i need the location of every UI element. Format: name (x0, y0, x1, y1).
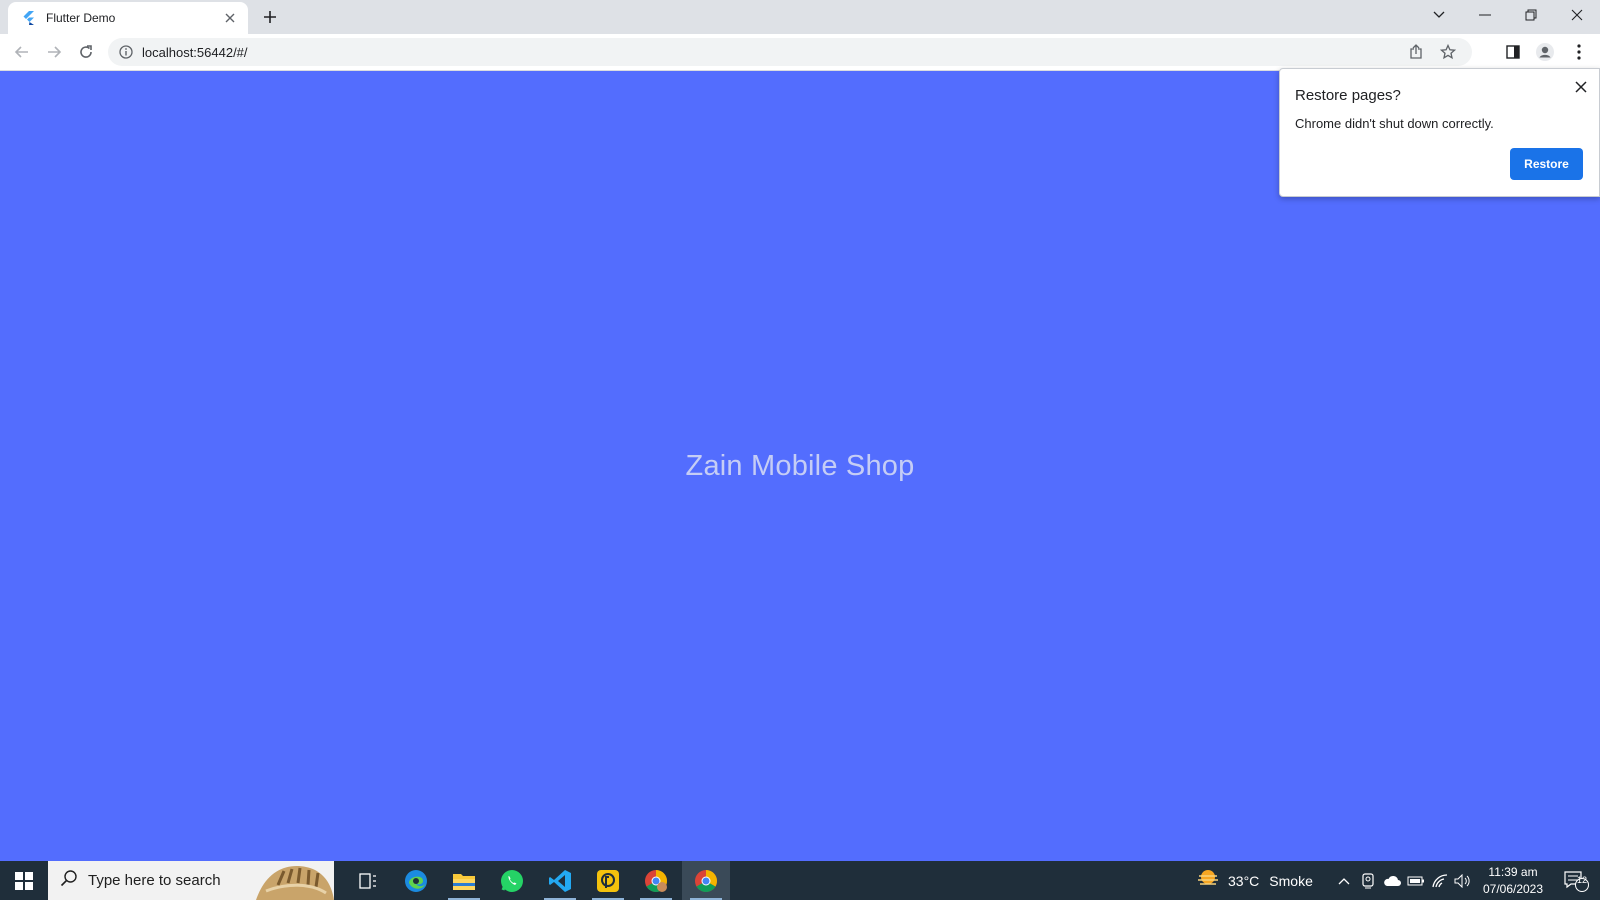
taskbar-search[interactable]: Type here to search (48, 861, 334, 900)
weather-temp: 33°C (1228, 872, 1260, 889)
search-highlight-image (256, 861, 334, 900)
tab-search-icon[interactable] (1416, 0, 1462, 30)
new-tab-icon[interactable] (260, 7, 280, 27)
meet-now-icon[interactable] (1358, 861, 1378, 900)
weather-widget[interactable]: 33°C Smoke (1196, 861, 1346, 900)
onedrive-icon[interactable] (1382, 861, 1402, 900)
site-info-icon[interactable] (118, 44, 134, 60)
volume-icon[interactable] (1453, 861, 1473, 900)
dialog-title: Restore pages? (1295, 87, 1401, 104)
flutter-icon (20, 10, 36, 26)
tab-close-icon[interactable] (222, 10, 238, 26)
search-placeholder: Type here to search (88, 872, 221, 889)
vscode-icon[interactable] (536, 861, 584, 900)
tab-title: Flutter Demo (46, 11, 116, 25)
restore-button[interactable]: Restore (1510, 148, 1583, 180)
whatsapp-icon[interactable] (488, 861, 536, 900)
browser-tab[interactable]: Flutter Demo (8, 2, 248, 34)
battery-icon[interactable] (1406, 861, 1426, 900)
tab-strip: Flutter Demo (0, 0, 1600, 34)
back-icon[interactable] (8, 38, 36, 66)
close-window-icon[interactable] (1554, 0, 1600, 30)
side-panel-icon[interactable] (1499, 38, 1527, 66)
notification-center-icon[interactable]: 12 (1556, 861, 1596, 900)
taskbar: Type here to search 33°C Smoke 11:39 am … (0, 861, 1600, 900)
search-icon (60, 869, 78, 892)
menu-dots-icon[interactable] (1565, 38, 1593, 66)
windows-start-icon[interactable] (0, 861, 48, 900)
chevron-up-icon[interactable] (1334, 861, 1354, 900)
chrome-profile-icon[interactable] (632, 861, 680, 900)
profile-avatar[interactable] (1531, 38, 1559, 66)
clock-date: 07/06/2023 (1482, 882, 1544, 896)
share-icon[interactable] (1402, 38, 1430, 66)
chrome-icon[interactable] (682, 861, 730, 900)
taskbar-clock[interactable]: 11:39 am 07/06/2023 (1474, 864, 1552, 898)
url-text: localhost:56442/#/ (142, 44, 248, 60)
forward-icon[interactable] (40, 38, 68, 66)
bookmark-star-icon[interactable] (1434, 38, 1462, 66)
weather-desc: Smoke (1269, 872, 1313, 889)
file-explorer-icon[interactable] (440, 861, 488, 900)
minimize-icon[interactable] (1462, 0, 1508, 30)
wifi-icon[interactable] (1430, 861, 1450, 900)
reload-icon[interactable] (72, 38, 100, 66)
address-bar[interactable]: localhost:56442/#/ (108, 38, 1472, 66)
task-view-icon[interactable] (344, 861, 392, 900)
notification-count: 12 (1576, 875, 1587, 885)
app-p-icon[interactable] (584, 861, 632, 900)
weather-haze-icon (1196, 868, 1220, 893)
restore-window-icon[interactable] (1508, 0, 1554, 30)
clock-time: 11:39 am (1488, 865, 1538, 879)
browser-toolbar: localhost:56442/#/ (0, 34, 1600, 71)
edge-icon[interactable] (392, 861, 440, 900)
close-icon[interactable] (1571, 77, 1591, 97)
dialog-message: Chrome didn't shut down correctly. (1295, 116, 1494, 131)
app-title: Zain Mobile Shop (685, 450, 915, 482)
